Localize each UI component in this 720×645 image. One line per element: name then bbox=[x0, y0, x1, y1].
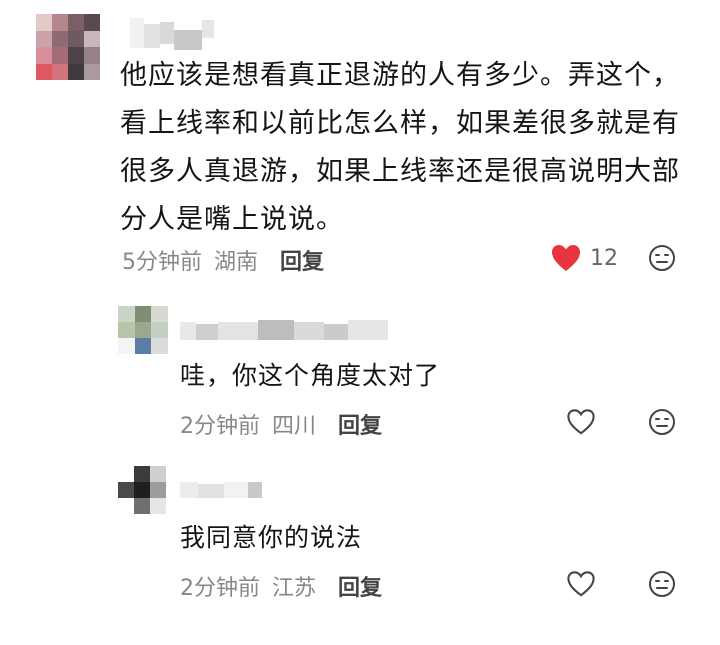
comment-meta: 5分钟前 湖南 回复 bbox=[122, 244, 324, 276]
heart-outline-icon[interactable] bbox=[566, 408, 596, 436]
reply-time: 2分钟前 bbox=[180, 414, 260, 439]
reply-text: 哇，你这个角度太对了 bbox=[180, 361, 441, 390]
reply-button[interactable]: 回复 bbox=[280, 244, 324, 276]
reply-time: 2分钟前 bbox=[180, 576, 260, 601]
reply-meta: 2分钟前 四川 回复 bbox=[180, 408, 382, 440]
reply-button[interactable]: 回复 bbox=[338, 570, 382, 602]
avatar[interactable] bbox=[36, 14, 100, 80]
dislike-face-icon[interactable] bbox=[648, 244, 676, 272]
reply-meta: 2分钟前 江苏 回复 bbox=[180, 570, 382, 602]
dislike-face-icon[interactable] bbox=[648, 408, 676, 436]
reply-location: 四川 bbox=[272, 414, 317, 439]
avatar[interactable] bbox=[118, 466, 166, 514]
reply-text: 我同意你的说法 bbox=[180, 523, 363, 552]
username[interactable] bbox=[130, 18, 214, 50]
comment-text: 他应该是想看真正退游的人有多少。弄这个，看上线率和以前比怎么样，如果差很多就是有… bbox=[120, 60, 680, 235]
reply-button[interactable]: 回复 bbox=[338, 408, 382, 440]
heart-filled-icon bbox=[552, 245, 580, 271]
username[interactable] bbox=[180, 316, 388, 340]
username[interactable] bbox=[180, 482, 262, 498]
reply-location: 江苏 bbox=[272, 576, 317, 601]
heart-outline-icon[interactable] bbox=[566, 570, 596, 598]
comment-location: 湖南 bbox=[214, 250, 259, 275]
like-button[interactable]: 12 bbox=[550, 243, 618, 273]
avatar[interactable] bbox=[118, 306, 168, 354]
comment-time: 5分钟前 bbox=[122, 250, 202, 275]
dislike-face-icon[interactable] bbox=[648, 570, 676, 598]
like-count: 12 bbox=[590, 245, 618, 271]
